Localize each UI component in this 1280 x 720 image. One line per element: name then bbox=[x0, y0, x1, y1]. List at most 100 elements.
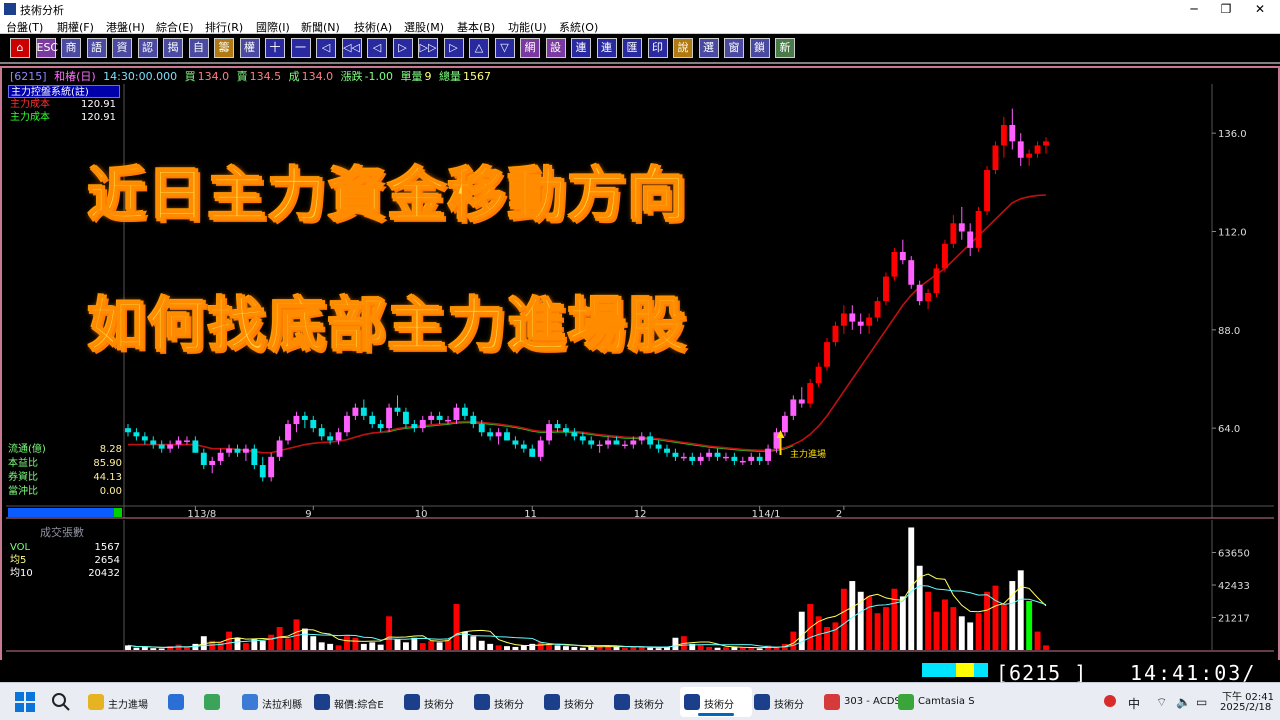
candle-body bbox=[546, 424, 553, 441]
candle-body bbox=[520, 444, 527, 449]
status-indicator-yellow bbox=[956, 663, 974, 677]
volume-bar bbox=[411, 637, 418, 650]
candle-body bbox=[647, 436, 654, 445]
volume-bar bbox=[571, 646, 578, 650]
taskbar-app-icon bbox=[404, 694, 420, 710]
taskbar-app-icon bbox=[898, 694, 914, 710]
volume-icon[interactable]: 🔈 bbox=[1176, 695, 1191, 709]
candle-body bbox=[588, 440, 595, 445]
candle-body bbox=[310, 419, 317, 429]
candle-body bbox=[908, 260, 915, 285]
taskbar-item[interactable]: 技術分 bbox=[610, 687, 682, 717]
volume-bar bbox=[226, 631, 233, 650]
taskbar-item[interactable]: 技術分 bbox=[750, 687, 822, 717]
battery-icon[interactable]: ▭ bbox=[1196, 695, 1207, 709]
scroll-bar bbox=[8, 508, 114, 517]
legend-row-cost-red: 主力成本 120.91 bbox=[8, 98, 120, 111]
volume-bar bbox=[377, 644, 384, 650]
taskbar-item-label: Camtasia S bbox=[918, 696, 975, 707]
taskbar-item[interactable]: Camtasia S bbox=[894, 687, 975, 717]
date-tick-label: 9 bbox=[305, 509, 311, 520]
volume-bar bbox=[672, 637, 679, 650]
volume-legend-value: 20432 bbox=[88, 568, 120, 579]
candle-body bbox=[478, 424, 485, 433]
volume-bar bbox=[1000, 604, 1007, 650]
taskbar-item-label: 303 - ACDS bbox=[844, 696, 901, 707]
taskbar-item[interactable]: 法拉利縣 bbox=[238, 687, 310, 717]
candle-body bbox=[832, 325, 839, 343]
volume-bar bbox=[723, 647, 729, 650]
candle-body bbox=[706, 452, 713, 457]
taskbar-item[interactable]: 技術分 bbox=[680, 687, 752, 717]
taskbar-item[interactable]: 技術分 bbox=[400, 687, 472, 717]
tray-app-icon[interactable] bbox=[1104, 695, 1116, 707]
stat-label: 當沖比 bbox=[8, 486, 38, 497]
taskbar-clock-time[interactable]: 下午 02:41 bbox=[1222, 688, 1274, 703]
legend-title[interactable]: 主力控盤系統(註) bbox=[8, 85, 120, 98]
candle-body bbox=[125, 428, 131, 433]
taskbar-app-icon bbox=[684, 694, 700, 710]
taskbar-item[interactable]: 報價:綜合E bbox=[310, 687, 384, 717]
volume-bar bbox=[1009, 581, 1016, 650]
volume-bar bbox=[184, 647, 190, 650]
volume-bar bbox=[327, 643, 334, 650]
volume-bar bbox=[933, 611, 940, 650]
volume-bar bbox=[748, 648, 755, 650]
volume-bar bbox=[874, 613, 881, 650]
volume-bar bbox=[141, 646, 148, 650]
volume-bar bbox=[242, 643, 249, 650]
volume-bar bbox=[428, 640, 435, 650]
date-tick-label: 11 bbox=[524, 509, 537, 520]
candle-body bbox=[209, 460, 216, 466]
taskbar-item[interactable] bbox=[164, 687, 196, 717]
volume-bar bbox=[562, 646, 569, 650]
taskbar-item[interactable]: 主力進場 bbox=[84, 687, 156, 717]
candle-body bbox=[495, 432, 502, 437]
search-icon[interactable] bbox=[50, 691, 72, 713]
candle-body bbox=[470, 415, 477, 425]
candle-body bbox=[318, 428, 325, 437]
taskbar-item[interactable]: 技術分 bbox=[470, 687, 542, 717]
main-force-legend: 主力控盤系統(註) 主力成本 120.91 主力成本 120.91 bbox=[8, 85, 120, 124]
candle-body bbox=[756, 456, 763, 461]
candle-body bbox=[377, 424, 384, 429]
taskbar-item[interactable]: 303 - ACDS bbox=[820, 687, 901, 717]
candle-body bbox=[891, 251, 898, 277]
wifi-icon[interactable]: ⌔ bbox=[1156, 695, 1167, 710]
volume-bar bbox=[647, 647, 654, 650]
volume-bar bbox=[941, 599, 948, 650]
date-tick-label: 10 bbox=[415, 509, 428, 520]
stat-row: 當沖比 0.00 bbox=[8, 485, 124, 499]
candle-body bbox=[941, 243, 948, 269]
date-tick-label: 12 bbox=[634, 509, 647, 520]
volume-bar bbox=[386, 616, 393, 650]
candle-body bbox=[689, 456, 696, 461]
taskbar-item[interactable] bbox=[200, 687, 232, 717]
volume-bar bbox=[613, 646, 620, 650]
candle-body bbox=[386, 407, 393, 429]
taskbar-app-icon bbox=[824, 694, 840, 710]
volume-bar bbox=[344, 636, 350, 650]
taskbar-item-label: 法拉利縣 bbox=[262, 700, 302, 711]
volume-bar bbox=[436, 642, 443, 650]
headline-line2: 如何找底部主力進場股 bbox=[87, 290, 689, 360]
volume-tick-label: 42433 bbox=[1218, 581, 1250, 592]
taskbar-clock-date[interactable]: 2025/2/18 bbox=[1220, 702, 1271, 713]
volume-bar bbox=[655, 648, 662, 650]
volume-bar bbox=[967, 622, 974, 650]
stat-value: 0.00 bbox=[99, 486, 122, 497]
candle-body bbox=[453, 407, 460, 420]
start-icon[interactable] bbox=[14, 691, 36, 713]
volume-bar bbox=[512, 646, 519, 650]
volume-bar bbox=[883, 607, 889, 650]
ime-indicator[interactable]: 中 bbox=[1128, 695, 1140, 712]
candle-body bbox=[916, 284, 923, 302]
volume-bar bbox=[402, 642, 409, 650]
price-tick-label: 64.0 bbox=[1218, 424, 1240, 435]
candle-body bbox=[394, 407, 401, 412]
stat-label: 券資比 bbox=[8, 472, 38, 483]
taskbar-item[interactable]: 技術分 bbox=[540, 687, 612, 717]
stat-row: 流通(億) 8.28 bbox=[8, 443, 124, 457]
volume-legend-label: 均10 bbox=[10, 568, 33, 579]
candle-body bbox=[883, 276, 889, 302]
